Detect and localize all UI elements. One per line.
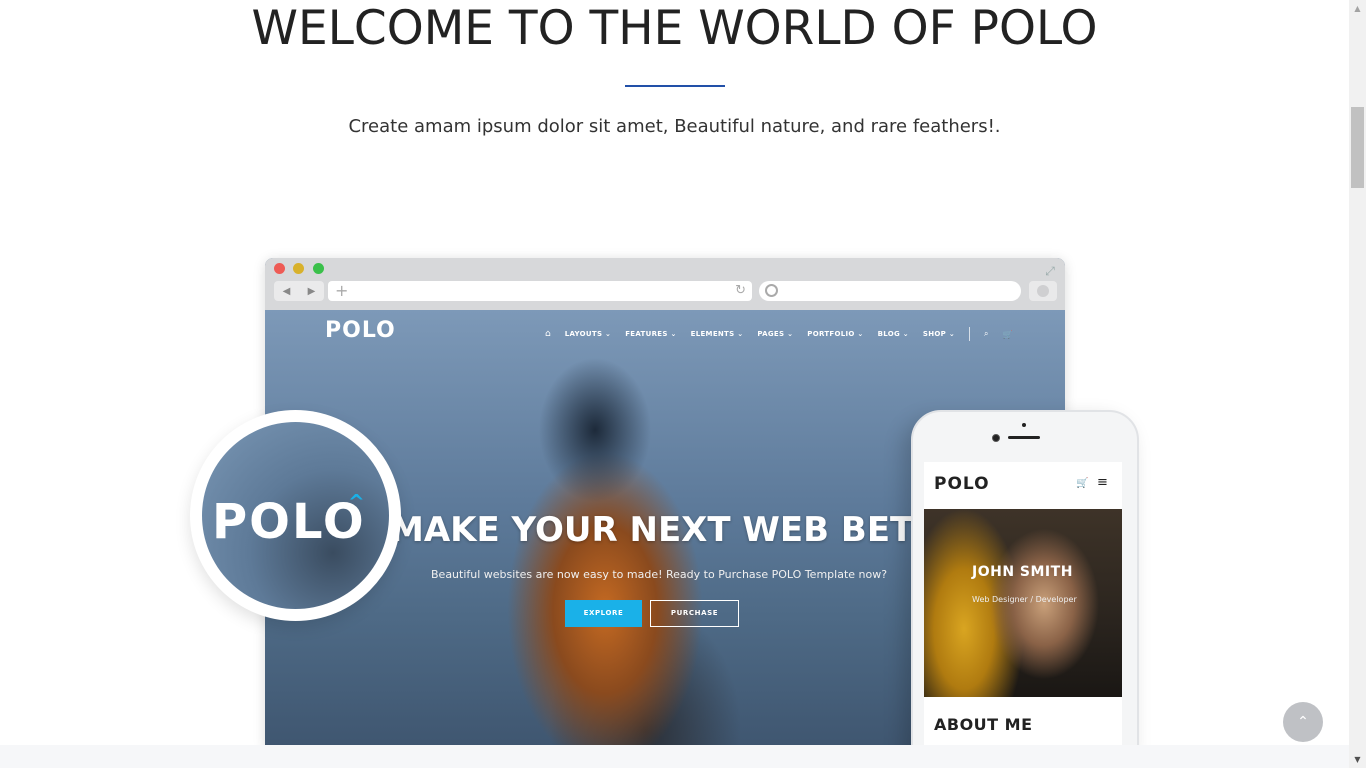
nav-item-pages: PAGES ⌄: [757, 330, 794, 338]
browser-search-bar: [759, 281, 1021, 301]
nav-divider: [969, 327, 971, 341]
hamburger-menu-icon: ≡: [1097, 475, 1108, 490]
browser-url-bar: + ↻: [328, 281, 752, 301]
minimize-dot-icon: [293, 263, 304, 274]
nav-item-blog: BLOG ⌄: [877, 330, 909, 338]
page: WELCOME TO THE WORLD OF POLO Create amam…: [0, 0, 1349, 768]
back-to-top-button[interactable]: ⌃: [1283, 702, 1323, 742]
page-subtitle: Create amam ipsum dolor sit amet, Beauti…: [348, 116, 1001, 137]
phone-camera: [992, 434, 1000, 442]
nav-item-portfolio: PORTFOLIO ⌄: [807, 330, 864, 338]
phone-sensor: [1022, 423, 1026, 427]
scroll-down-arrow-icon[interactable]: ▼: [1349, 751, 1366, 768]
site-navigation: ⌂ LAYOUTS ⌄ FEATURES ⌄ ELEMENTS ⌄ PAGES …: [545, 327, 1012, 341]
nav-item-elements: ELEMENTS ⌄: [690, 330, 744, 338]
polo-logo-badge: POLO ^: [190, 410, 401, 621]
site-tagline: Beautiful websites are now easy to made!…: [431, 568, 888, 581]
plus-icon: +: [335, 281, 349, 300]
explore-button: EXPLORE: [565, 600, 642, 627]
purchase-button: PURCHASE: [650, 600, 739, 627]
cart-icon: 🛒: [1002, 329, 1013, 339]
browser-toolbar: ⤢ ◀ ▶ + ↻: [265, 258, 1065, 310]
site-logo: POLO: [325, 318, 396, 343]
search-icon: ⌕: [984, 329, 989, 338]
cart-icon: 🛒: [1076, 478, 1089, 489]
nav-item-shop: SHOP ⌄: [922, 330, 956, 338]
scroll-up-arrow-icon[interactable]: ▲: [1349, 0, 1366, 17]
page-title: WELCOME TO THE WORLD OF POLO: [251, 1, 1098, 56]
title-divider: [625, 85, 725, 87]
search-icon: [765, 284, 778, 297]
profile-name: JOHN SMITH: [972, 564, 1073, 580]
home-icon: ⌂: [545, 329, 551, 339]
phone-screen: POLO 🛒 ≡ JOHN SMITH Web Designer / Devel…: [924, 462, 1122, 768]
vertical-scrollbar[interactable]: ▲ ▼: [1349, 0, 1366, 768]
profile-role: Web Designer / Developer: [972, 595, 1077, 604]
next-section-edge: [0, 745, 1349, 768]
maximize-dot-icon: [313, 263, 324, 274]
reload-icon: ↻: [735, 283, 746, 298]
chevron-up-icon: ⌃: [1297, 714, 1309, 730]
nav-item-layouts: LAYOUTS ⌄: [564, 330, 612, 338]
profile-photo: JOHN SMITH Web Designer / Developer: [924, 509, 1122, 697]
phone-speaker: [1008, 436, 1040, 439]
caret-up-icon: ^: [348, 490, 365, 514]
forward-arrow-icon: ▶: [307, 285, 316, 297]
back-arrow-icon: ◀: [282, 285, 291, 297]
phone-mockup-image: POLO 🛒 ≡ JOHN SMITH Web Designer / Devel…: [911, 410, 1139, 768]
phone-site-logo: POLO: [934, 474, 990, 494]
close-dot-icon: [274, 263, 285, 274]
site-headline: MAKE YOUR NEXT WEB BETTER: [390, 510, 987, 550]
badge-inner: POLO ^: [202, 422, 389, 609]
browser-nav-buttons: ◀ ▶: [274, 281, 324, 301]
browser-extension-button: [1029, 281, 1057, 301]
nav-item-features: FEATURES ⌄: [625, 330, 677, 338]
expand-icon: ⤢: [1045, 264, 1055, 278]
badge-logo-text: POLO: [212, 494, 366, 550]
scrollbar-thumb[interactable]: [1351, 107, 1364, 188]
about-heading: ABOUT ME: [934, 715, 1033, 734]
